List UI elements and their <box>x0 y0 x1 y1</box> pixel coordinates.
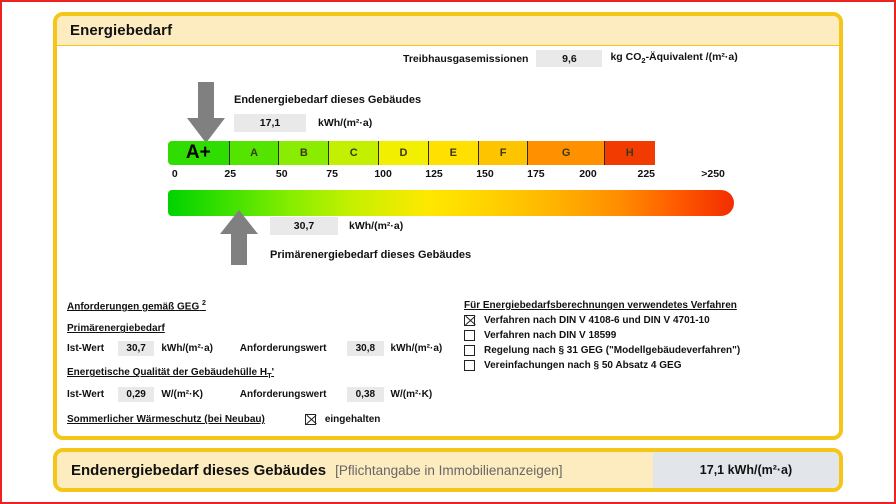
energy-class-label: F <box>499 147 507 159</box>
primary-energy-requirement-row: Ist-Wert 30,7 kWh/(m²·a) Anforderungswer… <box>67 341 467 357</box>
scale-tick-label: >250 <box>701 168 725 180</box>
primary-required-value: 30,8 <box>347 341 384 357</box>
end-energy-value-row: 17,1 kWh/(m²·a) <box>234 114 421 132</box>
energy-class-label: D <box>399 147 408 159</box>
scale-tick-label: 100 <box>374 168 392 180</box>
primary-actual-label: Ist-Wert <box>67 343 105 355</box>
method-option-label: Verfahren nach DIN V 18599 <box>484 330 617 341</box>
energy-certificate-page: Energiebedarf Treibhausgasemissionen 9,6… <box>2 2 894 502</box>
scale-tick-label: 50 <box>275 168 288 180</box>
envelope-required-value: 0,38 <box>347 387 384 403</box>
requirements-column: Anforderungen gemäß GEG 2 Primärenergieb… <box>67 300 467 426</box>
envelope-requirement-row: Ist-Wert 0,29 W/(m²·K) Anforderungswert … <box>67 387 467 403</box>
primary-energy-value-row: 30,7 kWh/(m²·a) <box>270 217 471 235</box>
energy-class-label: H <box>625 147 634 159</box>
primary-required-unit: kWh/(m²·a) <box>390 343 443 355</box>
card-header: Energiebedarf <box>57 16 839 46</box>
method-option-row[interactable]: Verfahren nach DIN V 4108-6 und DIN V 47… <box>464 315 764 326</box>
energy-class-segment-b: B <box>279 141 330 165</box>
scale-tick-label: 150 <box>476 168 494 180</box>
methods-column: Für Energiebedarfsberechnungen verwendet… <box>464 300 764 371</box>
scale-tick-label: 25 <box>224 168 237 180</box>
energy-class-segment-aplus: A+ <box>168 141 230 165</box>
primary-actual-unit: kWh/(m²·a) <box>161 343 214 355</box>
scale-tick-label: 175 <box>527 168 545 180</box>
primary-energy-arrow-up-icon <box>219 210 259 266</box>
bottom-bar-note: [Pflichtangabe in Immobilienanzeigen] <box>335 462 563 478</box>
end-energy-block: Endenergiebedarf dieses Gebäudes 17,1 kW… <box>234 94 421 132</box>
scale-tick-label: 125 <box>425 168 443 180</box>
primary-energy-sub-heading: Primärenergiebedarf <box>67 323 165 335</box>
method-option-label: Verfahren nach DIN V 4108-6 und DIN V 47… <box>484 315 710 326</box>
method-option-checkbox[interactable] <box>464 345 475 356</box>
greenhouse-gas-unit: kg CO2-Äquivalent /(m²·a) <box>610 51 738 66</box>
envelope-actual-value: 0,29 <box>117 387 155 403</box>
method-option-checkbox[interactable] <box>464 360 475 371</box>
mandatory-disclosure-bar: Endenergiebedarf dieses Gebäudes [Pflich… <box>53 448 843 492</box>
primary-actual-value: 30,7 <box>117 341 155 357</box>
page-title: Energiebedarf <box>70 22 173 39</box>
energy-class-label: B <box>299 147 308 159</box>
end-energy-unit: kWh/(m²·a) <box>318 117 373 129</box>
summer-protection-checkbox[interactable] <box>304 414 316 426</box>
scale-tick-label: 225 <box>637 168 656 180</box>
summer-protection-label: Sommerlicher Wärmeschutz (bei Neubau) <box>67 414 265 426</box>
methods-heading: Für Energiebedarfsberechnungen verwendet… <box>464 300 737 311</box>
energy-class-segment-a: A <box>229 141 280 165</box>
energy-class-segment-h: H <box>604 141 655 165</box>
primary-energy-block: 30,7 kWh/(m²·a) Primärenergiebedarf dies… <box>270 217 471 261</box>
energy-class-segment-g: G <box>528 141 605 165</box>
envelope-actual-label: Ist-Wert <box>67 389 105 401</box>
energy-class-label: A+ <box>185 142 211 163</box>
envelope-required-unit: W/(m²·K) <box>390 389 433 401</box>
method-option-row[interactable]: Regelung nach § 31 GEG ("Modellgebäudeve… <box>464 345 764 356</box>
scale-tick-label: 75 <box>326 168 338 180</box>
envelope-sub-heading: Energetische Qualität der Gebäudehülle H… <box>67 367 275 381</box>
primary-energy-value: 30,7 <box>270 217 338 235</box>
end-energy-value: 17,1 <box>234 114 306 132</box>
method-option-row[interactable]: Verfahren nach DIN V 18599 <box>464 330 764 341</box>
energy-class-label: G <box>561 147 571 159</box>
greenhouse-gas-value: 9,6 <box>536 50 603 67</box>
energy-class-segment-f: F <box>478 141 529 165</box>
scale-tick-label: 0 <box>171 168 178 180</box>
energy-class-segment-e: E <box>428 141 479 165</box>
method-option-checkbox[interactable] <box>464 315 475 326</box>
end-energy-arrow-down-icon <box>186 82 226 144</box>
primary-energy-unit: kWh/(m²·a) <box>349 220 404 232</box>
requirements-heading: Anforderungen gemäß GEG 2 <box>67 300 206 313</box>
energy-class-ticks: 0 25 50 75 100 125 150 175 200 225 >250 <box>168 168 734 184</box>
end-energy-label: Endenergiebedarf dieses Gebäudes <box>234 94 422 106</box>
summer-protection-check-label: eingehalten <box>324 414 381 426</box>
method-option-label: Vereinfachungen nach § 50 Absatz 4 GEG <box>484 360 682 371</box>
method-option-label: Regelung nach § 31 GEG ("Modellgebäudeve… <box>484 345 741 356</box>
primary-energy-label: Primärenergiebedarf dieses Gebäudes <box>270 249 472 261</box>
energy-class-scale: A+ A B C D E F G H <box>168 141 734 165</box>
energy-class-label: A <box>250 147 259 159</box>
methods-option-list: Verfahren nach DIN V 4108-6 und DIN V 47… <box>464 315 764 371</box>
envelope-actual-unit: W/(m²·K) <box>161 389 203 401</box>
greenhouse-gas-label: Treibhausgasemissionen <box>403 52 529 65</box>
energy-class-segment-c: C <box>329 141 380 165</box>
energy-class-label: C <box>349 147 358 159</box>
primary-required-label: Anforderungswert <box>239 343 327 355</box>
energy-class-segment-d: D <box>379 141 429 165</box>
method-option-row[interactable]: Vereinfachungen nach § 50 Absatz 4 GEG <box>464 360 764 371</box>
bottom-bar-value: 17,1 kWh/(m²·a) <box>653 452 839 488</box>
method-option-checkbox[interactable] <box>464 330 475 341</box>
summer-protection-row: Sommerlicher Wärmeschutz (bei Neubau) ei… <box>67 414 467 426</box>
greenhouse-gas-row: Treibhausgasemissionen 9,6 kg CO2-Äquiva… <box>403 50 738 67</box>
energy-class-label: E <box>449 147 457 159</box>
bottom-bar-title: Endenergiebedarf dieses Gebäudes <box>71 461 327 479</box>
scale-tick-label: 200 <box>579 168 597 180</box>
envelope-required-label: Anforderungswert <box>239 389 327 401</box>
